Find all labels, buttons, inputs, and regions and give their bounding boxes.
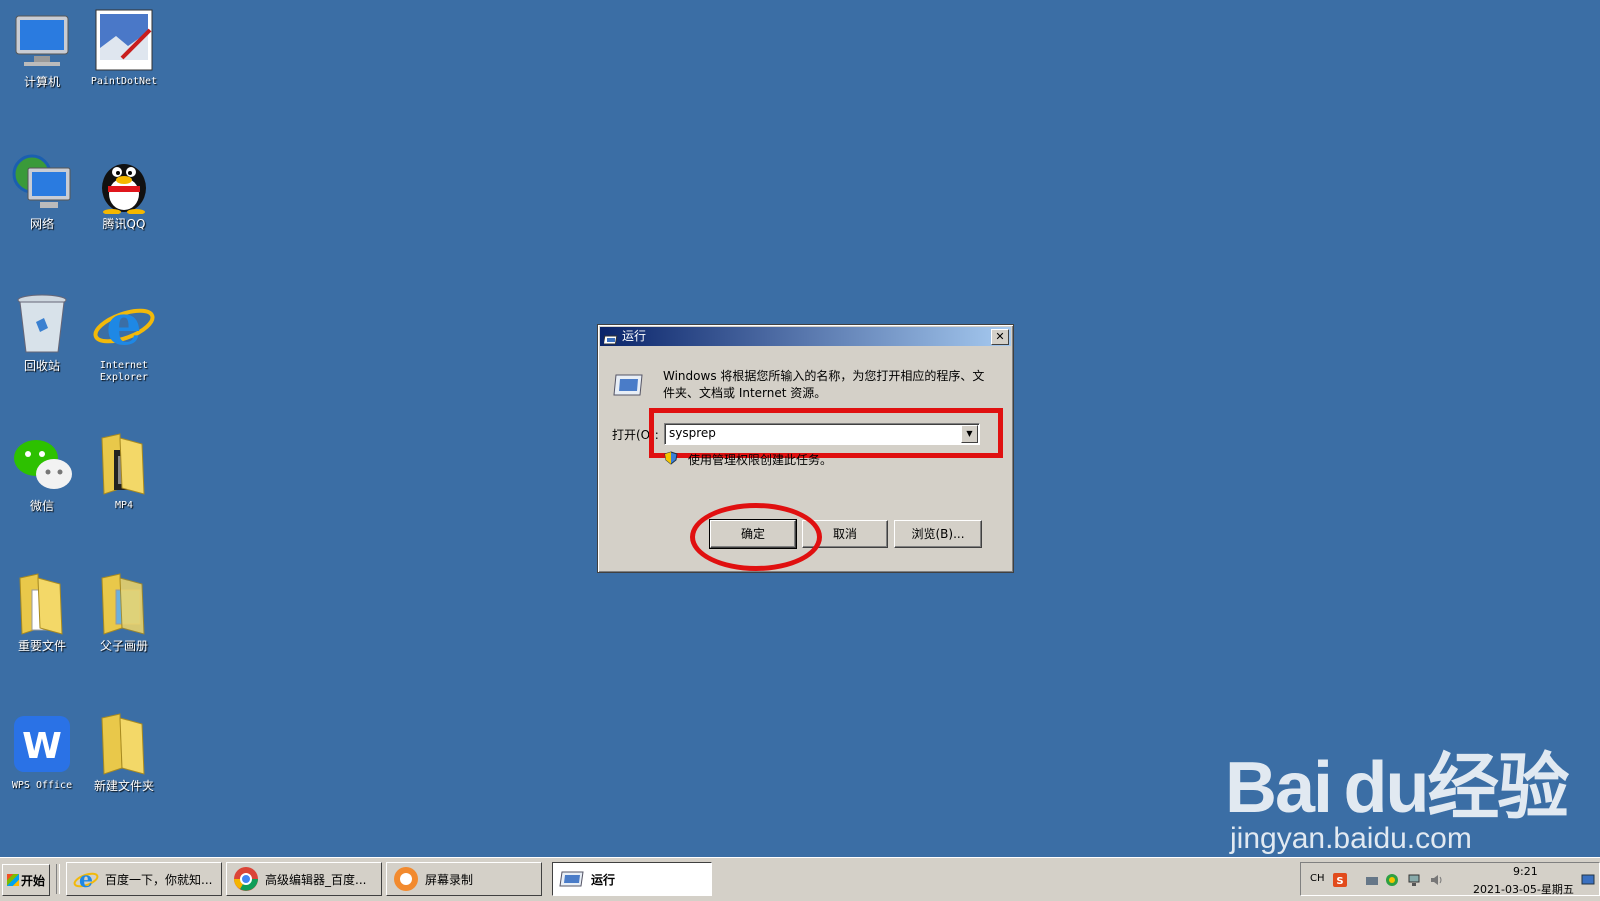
task-label: 运行 [591,872,616,887]
ie-icon: e [73,866,99,893]
qq-icon [92,150,156,215]
desktop-icon-label: 新建文件夹 [93,779,154,793]
start-label: 开始 [20,873,45,888]
desktop-icon-new-folder[interactable]: 新建文件夹 [82,712,166,793]
taskbar-item-recorder[interactable]: 屏幕录制 [386,862,542,896]
desktop-icon-label: 网络 [29,217,54,231]
desktop-icon-label: 微信 [29,499,54,513]
keyboard-icon[interactable] [1365,873,1379,887]
desktop-icon-computer[interactable]: 计算机 [0,8,84,89]
taskbar-item-baidu[interactable]: e 百度一下，你就知... [66,862,222,896]
security-icon[interactable] [1385,873,1399,887]
run-dialog: 运行 ✕ Windows 将根据您所输入的名称，为您打开相应的程序、文件夹、文档… [597,324,1014,573]
watermark-url: jingyan.baidu.com [1230,822,1472,855]
svg-text:e: e [106,292,142,356]
desktop-icon-important-files[interactable]: 重要文件 [0,572,84,653]
folder-icon [92,572,156,636]
input-method-icon[interactable]: S [1333,873,1347,887]
task-label: 屏幕录制 [425,872,474,887]
clock-time[interactable]: 9:21 [1513,865,1538,878]
desktop-icon-label: 腾讯QQ [102,217,146,231]
desktop-icon-label: Internet Explorer [99,360,149,383]
svg-text:e: e [79,867,93,892]
close-button[interactable]: ✕ [991,329,1009,345]
task-label: 百度一下，你就知... [105,872,213,887]
shield-icon [664,450,678,465]
run-icon [602,332,618,344]
run-icon [559,866,585,892]
desktop-icon-label: WPS Office [11,780,73,791]
clock-date[interactable]: 2021-03-05-星期五 [1473,881,1574,897]
system-tray: CH S 9:21 2021-03-05-星期五 [1300,862,1600,896]
network-icon [10,150,74,214]
taskbar-item-run[interactable]: 运行 [552,862,712,896]
desktop-icon-recycle-bin[interactable]: 回收站 [0,292,84,373]
recorder-icon [393,866,419,892]
highlight-ellipse [690,503,822,571]
recycle-bin-icon [10,292,74,356]
desktop-icon-label: 回收站 [23,359,60,373]
desktop-icon-label: 计算机 [23,75,60,89]
desktop-icon-label: MP4 [114,500,134,511]
desktop-icon-label: 重要文件 [17,639,66,653]
desktop-icon-album[interactable]: 父子画册 [82,572,166,653]
computer-icon [10,8,74,72]
desktop-icon-label: PaintDotNet [90,76,158,87]
wps-icon: W [10,712,74,776]
desktop-icon-label: 父子画册 [99,639,148,653]
desktop-icon-ie[interactable]: e Internet Explorer [82,292,166,384]
folder-icon [10,572,74,636]
language-indicator[interactable]: CH [1310,873,1325,884]
taskbar-item-editor[interactable]: 高级编辑器_百度... [226,862,382,896]
ie-icon: e [92,292,156,358]
desktop-icon-wechat[interactable]: 微信 [0,432,84,513]
desktop-icon-qq[interactable]: 腾讯QQ [82,150,166,231]
folder-icon [92,712,156,776]
svg-text:S: S [1336,876,1343,887]
windows-flag-icon [6,874,19,886]
dialog-title: 运行 [622,329,647,343]
dialog-description: Windows 将根据您所输入的名称，为您打开相应的程序、文件夹、文档或 Int… [663,369,985,400]
network-icon[interactable] [1407,873,1421,887]
baidu-watermark: Bai du经验 jingyan.baidu.com [1225,728,1569,855]
paint-icon [92,8,156,72]
run-icon [612,373,644,397]
start-button[interactable]: 开始 [2,864,50,896]
desktop-icon-network[interactable]: 网络 [0,150,84,231]
desktop-icon-wps[interactable]: W WPS Office [0,712,84,792]
dialog-titlebar[interactable]: 运行 ✕ [600,327,1011,346]
chrome-icon [233,866,259,892]
folder-icon [92,432,156,496]
taskbar-separator [56,864,60,894]
svg-text:W: W [22,726,62,767]
admin-note: 使用管理权限创建此任务。 [688,453,833,467]
browse-button[interactable]: 浏览(B)... [894,520,982,548]
task-label: 高级编辑器_百度... [265,872,367,887]
wechat-icon [10,432,74,496]
desktop-icon-mp4[interactable]: MP4 [82,432,166,512]
taskbar: 开始 e 百度一下，你就知... 高级编辑器_百度... 屏幕录制 运行 CH … [0,857,1600,901]
desktop-icon-paintdotnet[interactable]: PaintDotNet [82,8,166,88]
volume-icon[interactable] [1429,873,1443,887]
show-desktop-icon[interactable] [1581,873,1595,887]
watermark-brand: Bai du经验 [1225,748,1569,828]
